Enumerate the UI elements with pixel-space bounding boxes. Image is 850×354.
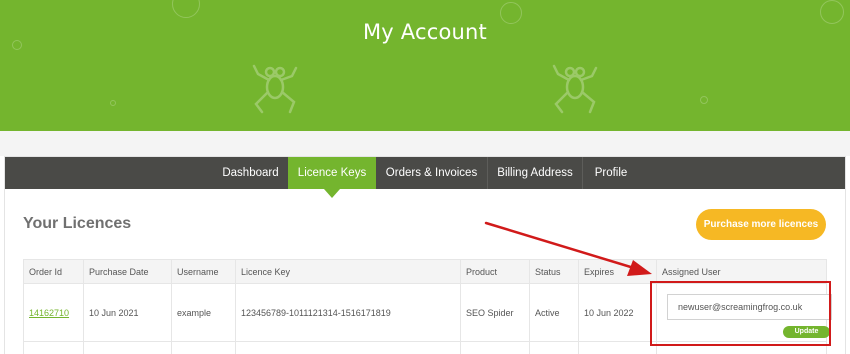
- table-row: 14162710 10 Jun 2021 example 123456789-1…: [23, 283, 832, 342]
- tab-licence-keys-label: Licence Keys: [297, 167, 367, 179]
- licences-table: Order Id Purchase Date Username Licence …: [23, 259, 832, 354]
- column-header-assigned-user: Assigned User: [656, 259, 827, 284]
- purchase-more-licences-button[interactable]: Purchase more licences: [696, 209, 826, 240]
- empty-cell: [235, 341, 461, 354]
- product-cell: SEO Spider: [460, 283, 530, 342]
- active-tab-caret-icon: [324, 189, 340, 198]
- frog-watermark-icon: [552, 64, 598, 114]
- assigned-user-input[interactable]: [667, 294, 832, 320]
- expires-cell: 10 Jun 2022: [578, 283, 657, 342]
- frog-watermark-icon: [252, 64, 298, 114]
- tab-profile[interactable]: Profile: [583, 157, 639, 189]
- section-title: Your Licences: [23, 215, 132, 232]
- purchase-date-cell: 10 Jun 2021: [83, 283, 172, 342]
- empty-cell: [23, 341, 84, 354]
- empty-cell: [83, 341, 172, 354]
- tab-orders-invoices[interactable]: Orders & Invoices: [376, 157, 488, 189]
- empty-cell: [529, 341, 579, 354]
- licence-key-cell: 123456789-1011121314-1516171819: [235, 283, 461, 342]
- hero-banner: My Account: [0, 0, 850, 131]
- account-panel: Dashboard Licence Keys Orders & Invoices…: [4, 156, 846, 354]
- status-cell: Active: [529, 283, 579, 342]
- table-row: [23, 341, 827, 354]
- column-header-product: Product: [460, 259, 530, 284]
- decorative-bubble: [110, 100, 116, 106]
- empty-cell: [460, 341, 530, 354]
- column-header-order-id: Order Id: [23, 259, 84, 284]
- column-header-expires: Expires: [578, 259, 657, 284]
- table-header-row: Order Id Purchase Date Username Licence …: [23, 259, 827, 284]
- username-cell: example: [171, 283, 236, 342]
- page-title: My Account: [362, 20, 487, 44]
- column-header-status: Status: [529, 259, 579, 284]
- column-header-licence-key: Licence Key: [235, 259, 461, 284]
- account-tab-bar: Dashboard Licence Keys Orders & Invoices…: [5, 157, 845, 198]
- empty-cell: [578, 341, 657, 354]
- assigned-user-cell: Update: [656, 283, 832, 342]
- decorative-bubble: [172, 0, 200, 18]
- update-button[interactable]: Update: [783, 326, 830, 338]
- tab-licence-keys[interactable]: Licence Keys: [288, 157, 376, 198]
- order-id-link[interactable]: 14162710: [29, 308, 69, 318]
- order-id-cell: 14162710: [23, 283, 84, 342]
- empty-cell: [171, 341, 236, 354]
- column-header-purchase-date: Purchase Date: [83, 259, 172, 284]
- empty-cell: [656, 341, 827, 354]
- tab-billing-address[interactable]: Billing Address: [488, 157, 583, 189]
- decorative-bubble: [700, 96, 708, 104]
- column-header-username: Username: [171, 259, 236, 284]
- page-background: [0, 131, 850, 156]
- tab-dashboard[interactable]: Dashboard: [210, 157, 292, 189]
